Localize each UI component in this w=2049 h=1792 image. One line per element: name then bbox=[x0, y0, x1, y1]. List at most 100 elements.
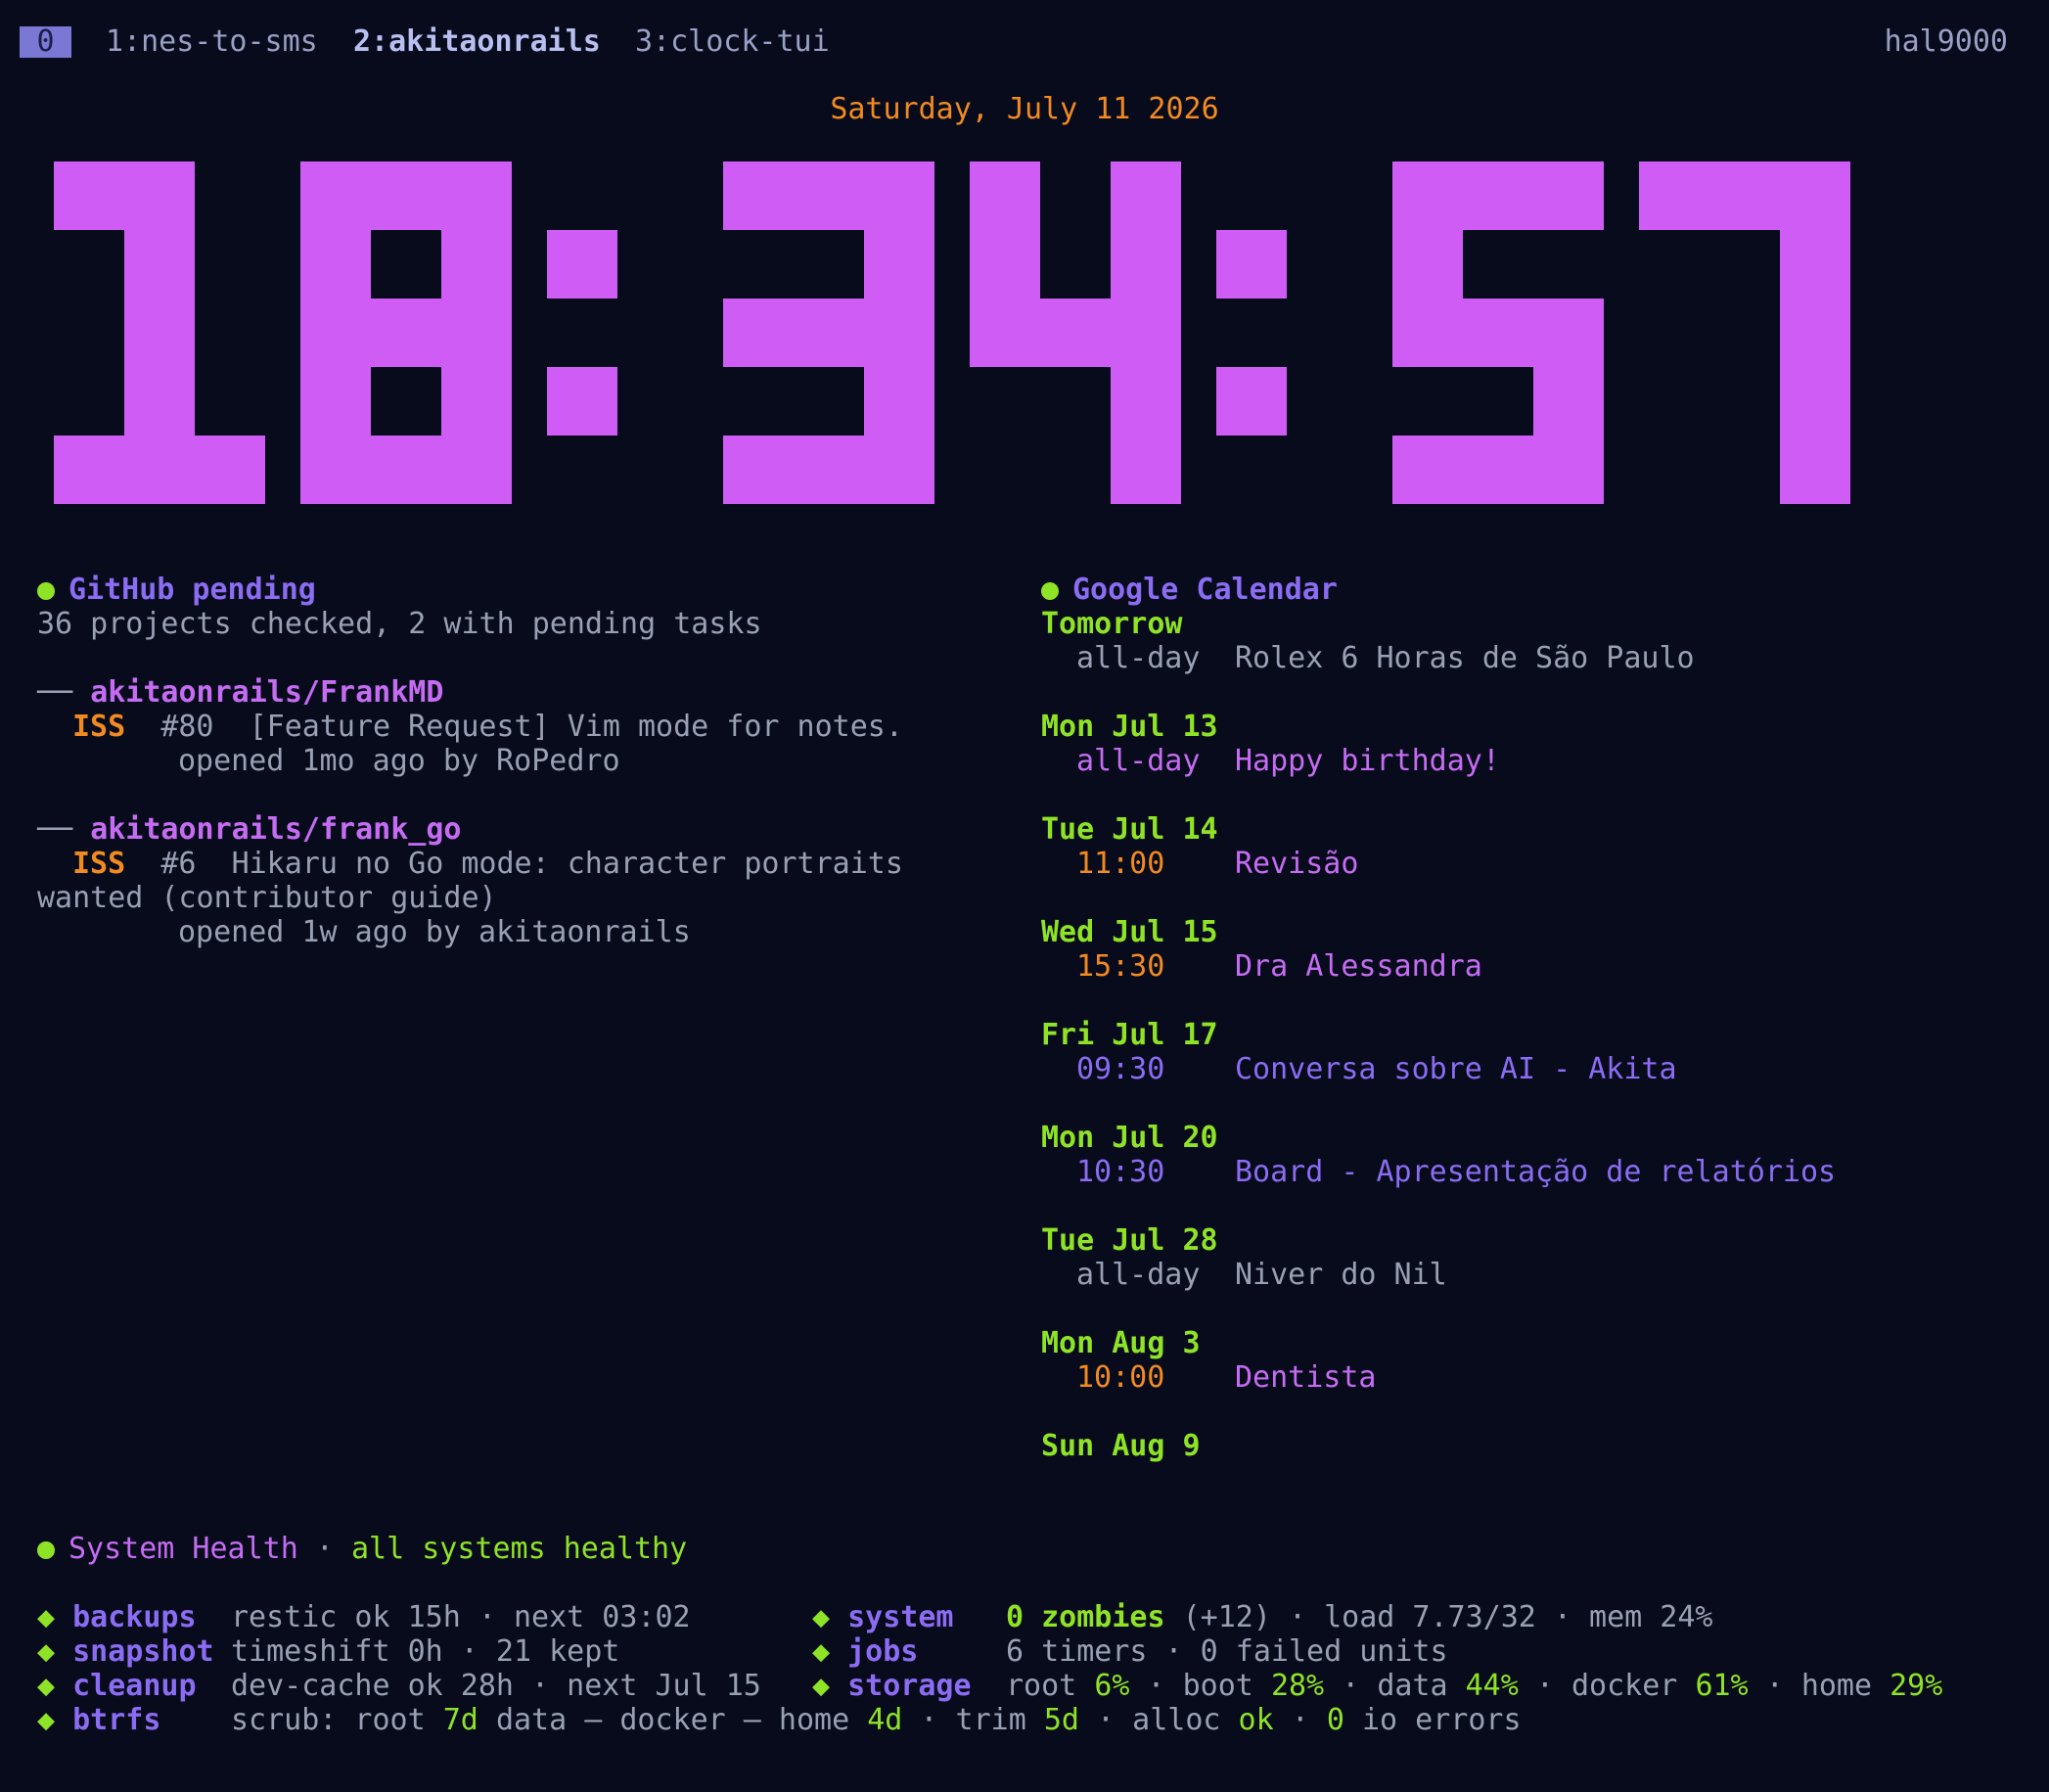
clock-digit-pixel bbox=[864, 299, 934, 367]
event-time: all-day bbox=[1076, 641, 1201, 675]
issue-kind: ISS bbox=[72, 847, 126, 881]
repo-name[interactable]: akitaonrails/FrankMD bbox=[90, 675, 443, 710]
storage-name: root bbox=[1006, 1669, 1077, 1703]
btrfs-io-text: io errors bbox=[1361, 1703, 1522, 1737]
tmux-window-0[interactable]: 0 bbox=[20, 26, 71, 58]
diamond-icon: ◆ bbox=[37, 1600, 56, 1634]
repo-header: ── akitaonrails/FrankMD bbox=[37, 675, 443, 710]
separator: · bbox=[1147, 1669, 1165, 1703]
health-row-backups: ◆ backups restic ok 15h · next 03:02 bbox=[37, 1600, 691, 1634]
health-status: all systems healthy bbox=[351, 1532, 688, 1566]
tmux-window-1[interactable]: 1:nes-to-sms bbox=[106, 23, 318, 61]
clock-digit-pixel bbox=[864, 436, 934, 504]
event-title: Happy birthday! bbox=[1235, 744, 1500, 778]
clock-digit-pixel bbox=[1111, 367, 1181, 436]
calendar-day-label: Tue Jul 28 bbox=[1041, 1223, 1218, 1258]
github-title: GitHub pending bbox=[68, 573, 316, 607]
storage-name: boot bbox=[1182, 1669, 1253, 1703]
status-dot-icon bbox=[1041, 582, 1059, 600]
hostname: hal9000 bbox=[1884, 24, 2008, 59]
clock-digit-pixel bbox=[1639, 161, 1709, 230]
health-label: storage bbox=[847, 1669, 972, 1703]
health-label: btrfs bbox=[72, 1703, 161, 1737]
clock-digit-pixel bbox=[1709, 161, 1780, 230]
date-line: Saturday, July 11 2026 bbox=[830, 92, 1219, 126]
clock-colon-pixel bbox=[547, 367, 617, 436]
clock-digit-pixel bbox=[794, 161, 864, 230]
clock-digit-pixel bbox=[124, 367, 195, 436]
separator: · bbox=[1765, 1669, 1784, 1703]
health-label: jobs bbox=[847, 1634, 919, 1669]
btrfs-home-age: 4d bbox=[867, 1703, 903, 1737]
tmux-window-3[interactable]: 3:clock-tui bbox=[635, 23, 830, 61]
clock-digit-pixel bbox=[1780, 299, 1850, 367]
clock-digit-pixel bbox=[1392, 161, 1463, 230]
clock-colon-pixel bbox=[547, 230, 617, 299]
btrfs-alloc-status: ok bbox=[1238, 1703, 1274, 1737]
clock-digit-pixel bbox=[1392, 230, 1463, 299]
health-row-btrfs: ◆ btrfs scrub: root 7d data – docker – ho… bbox=[37, 1703, 1522, 1737]
storage-pct: 28% bbox=[1270, 1669, 1325, 1703]
health-label: snapshot bbox=[72, 1634, 214, 1669]
event-time: all-day bbox=[1076, 1258, 1201, 1292]
clock-digit-pixel bbox=[371, 436, 441, 504]
issue-title: [Feature Request] Vim mode for notes. bbox=[249, 710, 903, 744]
event-time: 11:00 bbox=[1076, 847, 1165, 881]
clock-digit-pixel bbox=[124, 161, 195, 230]
event-time: 10:30 bbox=[1076, 1155, 1165, 1189]
diamond-icon: ◆ bbox=[37, 1669, 56, 1703]
calendar-day-label: Mon Aug 3 bbox=[1041, 1326, 1201, 1360]
clock-digit-pixel bbox=[723, 436, 794, 504]
separator: · bbox=[1342, 1669, 1360, 1703]
clock-colon-pixel bbox=[1216, 367, 1287, 436]
github-title-row: GitHub pending bbox=[37, 573, 316, 607]
status-dot-icon bbox=[37, 1541, 55, 1559]
status-dot-icon bbox=[37, 582, 55, 600]
calendar-day-label: Wed Jul 15 bbox=[1041, 915, 1218, 949]
storage-name: docker bbox=[1571, 1669, 1678, 1703]
clock-digit-pixel bbox=[1463, 436, 1533, 504]
issue-row[interactable]: ISS #6 Hikaru no Go mode: character port… bbox=[72, 847, 903, 881]
calendar-day-label: Tue Jul 14 bbox=[1041, 812, 1218, 847]
clock-digit-pixel bbox=[124, 230, 195, 299]
system-zombies: 0 zombies bbox=[1006, 1600, 1165, 1634]
clock-digit-pixel bbox=[124, 436, 195, 504]
diamond-icon: ◆ bbox=[812, 1634, 831, 1669]
calendar-day-label: Fri Jul 17 bbox=[1041, 1018, 1218, 1052]
clock-digit-pixel bbox=[1780, 161, 1850, 230]
clock-digit-pixel bbox=[1780, 230, 1850, 299]
health-value: scrub: root 7d data – docker – home 4d ·… bbox=[231, 1703, 1522, 1737]
event-title: Dentista bbox=[1235, 1360, 1377, 1395]
health-row-jobs: ◆ jobs 6 timers · 0 failed units bbox=[812, 1634, 1448, 1669]
calendar-day-label: Sun Aug 9 bbox=[1041, 1429, 1201, 1463]
repo-name[interactable]: akitaonrails/frank_go bbox=[90, 812, 461, 847]
clock-digit-pixel bbox=[794, 436, 864, 504]
clock-digit-pixel bbox=[1111, 299, 1181, 367]
storage-name: data bbox=[1377, 1669, 1448, 1703]
storage-pct: 29% bbox=[1890, 1669, 1943, 1703]
clock-digit-pixel bbox=[1392, 436, 1463, 504]
clock-digit-pixel bbox=[864, 367, 934, 436]
health-value: restic ok 15h · next 03:02 bbox=[231, 1600, 691, 1634]
clock-digit-pixel bbox=[371, 299, 441, 367]
issue-meta: opened 1w ago by akitaonrails bbox=[178, 915, 691, 949]
issue-number: #6 bbox=[160, 847, 197, 881]
health-label: backups bbox=[72, 1600, 197, 1634]
repo-prefix: ── bbox=[37, 675, 73, 710]
clock-digit-pixel bbox=[300, 161, 371, 230]
clock-digit-pixel bbox=[1533, 299, 1604, 367]
clock-digit-pixel bbox=[1463, 161, 1533, 230]
clock-digit-pixel bbox=[300, 436, 371, 504]
issue-row[interactable]: ISS #80 [Feature Request] Vim mode for n… bbox=[72, 710, 903, 744]
health-row-cleanup: ◆ cleanup dev-cache ok 28h · next Jul 15 bbox=[37, 1669, 761, 1703]
clock-digit-pixel bbox=[1111, 230, 1181, 299]
tmux-window-2[interactable]: 2:akitaonrails bbox=[353, 23, 601, 61]
issue-meta: opened 1mo ago by RoPedro bbox=[178, 744, 620, 778]
clock-digit-pixel bbox=[300, 299, 371, 367]
calendar-day-label: Tomorrow bbox=[1041, 607, 1183, 641]
health-title-row: System Health · all systems healthy bbox=[37, 1532, 687, 1566]
clock-digit-pixel bbox=[794, 299, 864, 367]
event-time: 15:30 bbox=[1076, 949, 1165, 984]
repo-header: ── akitaonrails/frank_go bbox=[37, 812, 461, 847]
health-value: 6 timers · 0 failed units bbox=[1006, 1634, 1448, 1669]
